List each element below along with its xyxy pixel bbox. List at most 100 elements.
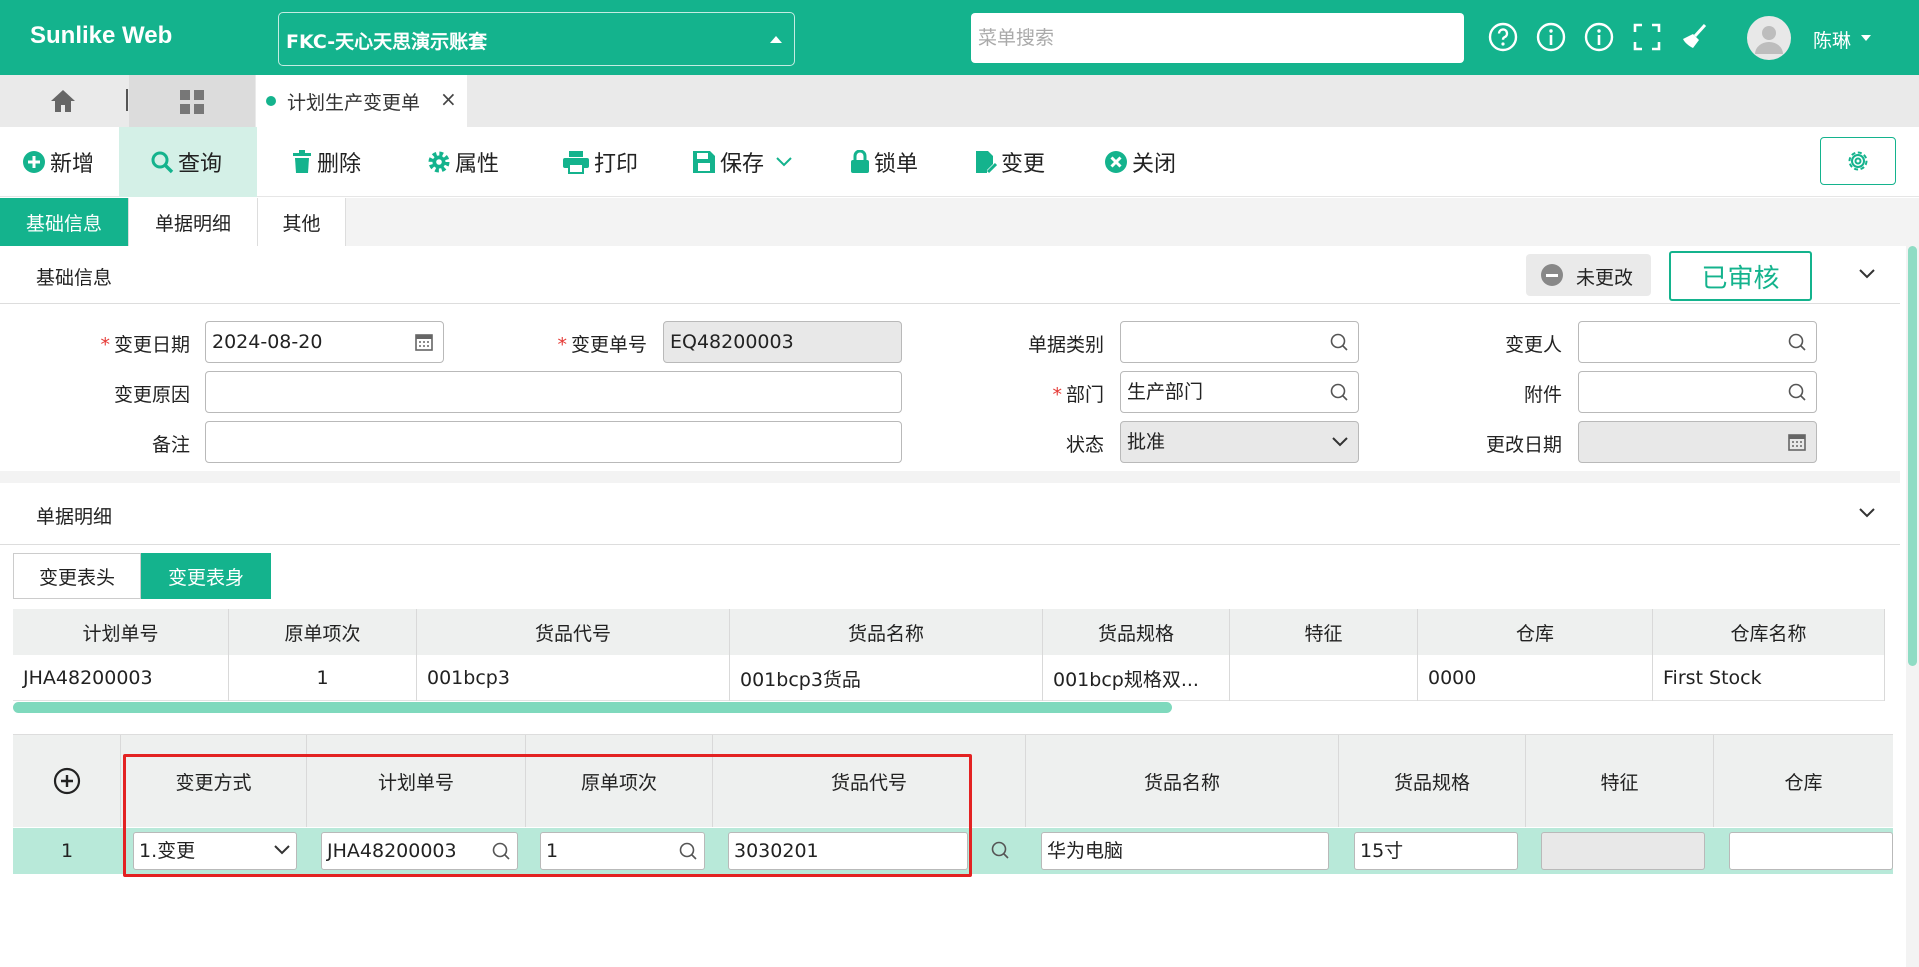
tab-menu-grid[interactable]	[129, 75, 255, 127]
close-label: 关闭	[1132, 152, 1177, 177]
change-button[interactable]: 变更	[975, 127, 1045, 197]
reason-label: 变更原因	[113, 384, 190, 406]
tab-change-header[interactable]: 变更表头	[13, 553, 141, 599]
query-button[interactable]: 查询	[119, 127, 257, 197]
goods-name-input[interactable]: 华为电脑	[1041, 832, 1329, 870]
grid-header-row: 变更方式 计划单号 原单项次 货品代号 货品名称 货品规格 特征 仓库	[13, 735, 1893, 827]
collapse-chevron-icon[interactable]	[1858, 507, 1876, 519]
remark-field[interactable]	[205, 421, 902, 463]
basic-info-header: 基础信息 未更改 已审核	[0, 246, 1900, 304]
col-orig-item[interactable]: 原单项次	[526, 735, 713, 827]
col-orig-item[interactable]: 原单项次	[229, 609, 417, 655]
change-mode-select[interactable]: 1.变更	[133, 832, 297, 870]
delete-label: 删除	[317, 152, 362, 177]
chevron-down-icon[interactable]	[776, 157, 792, 167]
col-warehouse-name[interactable]: 仓库名称	[1653, 609, 1885, 655]
chevron-down-icon[interactable]	[1861, 35, 1871, 41]
account-selector[interactable]: FKC-天心天思演示账套	[278, 12, 795, 66]
goods-code-input[interactable]: 3030201	[728, 832, 968, 870]
about-icon[interactable]	[1583, 21, 1615, 53]
orig-item-input[interactable]: 1	[540, 832, 705, 870]
detail-header: 单据明细	[0, 483, 1900, 545]
tab-change-body[interactable]: 变更表身	[141, 553, 271, 599]
scrollbar-thumb[interactable]	[1908, 246, 1917, 666]
approved-stamp: 已审核	[1669, 251, 1812, 301]
changer-field[interactable]	[1578, 321, 1817, 363]
properties-label: 属性	[455, 152, 500, 177]
col-goods-spec[interactable]: 货品规格	[1339, 735, 1526, 827]
col-goods-name[interactable]: 货品名称	[1026, 735, 1339, 827]
section-title: 单据明细	[36, 506, 113, 528]
col-goods-spec[interactable]: 货品规格	[1043, 609, 1230, 655]
toolbar: 新增 查询 删除 属性 打印 保存 锁单 变更 关闭	[0, 127, 1919, 197]
dept-field[interactable]: 生产部门	[1120, 371, 1359, 413]
print-button[interactable]: 打印	[562, 127, 638, 197]
col-warehouse[interactable]: 仓库	[1714, 735, 1893, 827]
search-icon[interactable]	[491, 841, 511, 861]
search-icon[interactable]	[1329, 332, 1349, 352]
fullscreen-icon[interactable]	[1631, 21, 1663, 53]
user-name[interactable]: 陈琳	[1813, 26, 1851, 53]
dept-label: * 部门	[1052, 384, 1104, 406]
col-goods-code[interactable]: 货品代号	[417, 609, 730, 655]
change-date-value: 2024-08-20	[212, 331, 323, 353]
plan-no-value: JHA48200003	[327, 840, 457, 862]
search-icon[interactable]	[1787, 332, 1807, 352]
attachment-field[interactable]	[1578, 371, 1817, 413]
change-date-field[interactable]: 2024-08-20	[205, 321, 444, 363]
search-icon[interactable]	[990, 840, 1010, 860]
status-select[interactable]: 批准	[1120, 421, 1359, 463]
plan-no-input[interactable]: JHA48200003	[321, 832, 518, 870]
search-icon[interactable]	[1329, 382, 1349, 402]
properties-button[interactable]: 属性	[427, 127, 499, 197]
help-icon[interactable]	[1487, 21, 1519, 53]
close-button[interactable]: 关闭	[1104, 127, 1176, 197]
collapse-chevron-icon[interactable]	[1858, 268, 1876, 280]
col-goods-code[interactable]: 货品代号	[713, 735, 1026, 827]
warehouse-input[interactable]	[1729, 832, 1893, 870]
col-feature[interactable]: 特征	[1526, 735, 1714, 827]
tab-doc-detail[interactable]: 单据明细	[129, 198, 258, 246]
changer-label: 变更人	[1504, 334, 1562, 356]
search-icon[interactable]	[678, 841, 698, 861]
tab-other[interactable]: 其他	[258, 198, 346, 246]
section-spacer	[0, 471, 1900, 483]
info-icon[interactable]	[1535, 21, 1567, 53]
lock-button[interactable]: 锁单	[850, 127, 918, 197]
new-button[interactable]: 新增	[22, 127, 94, 197]
modify-date-label: 更改日期	[1485, 434, 1562, 456]
col-plan-no[interactable]: 计划单号	[307, 735, 526, 827]
search-icon[interactable]	[1787, 382, 1807, 402]
col-goods-name[interactable]: 货品名称	[730, 609, 1043, 655]
goods-spec-input[interactable]: 15寸	[1354, 832, 1518, 870]
add-row-button[interactable]	[13, 735, 121, 827]
tab-basic-info[interactable]: 基础信息	[0, 198, 129, 246]
table-row[interactable]: JHA48200003 1 001bcp3 001bcp3货品 001bcp规格…	[13, 655, 1885, 701]
col-warehouse[interactable]: 仓库	[1418, 609, 1653, 655]
calendar-icon[interactable]	[414, 332, 434, 352]
menu-search-input[interactable]	[971, 13, 1464, 63]
vertical-scrollbar[interactable]	[1906, 246, 1919, 967]
horizontal-scrollbar[interactable]	[13, 702, 1172, 713]
col-change-mode[interactable]: 变更方式	[121, 735, 307, 827]
save-button[interactable]: 保存	[692, 127, 796, 197]
unchanged-badge: 未更改	[1526, 254, 1651, 296]
clear-cache-icon[interactable]	[1679, 21, 1711, 53]
reason-field[interactable]	[205, 371, 902, 413]
cell-plan-no: JHA48200003	[13, 655, 229, 701]
settings-button[interactable]	[1820, 137, 1896, 185]
col-feature[interactable]: 特征	[1230, 609, 1418, 655]
tab-plan-change-order[interactable]: 计划生产变更单 ×	[256, 75, 467, 127]
delete-button[interactable]: 删除	[291, 127, 361, 197]
close-tab-icon[interactable]: ×	[440, 87, 457, 111]
chevron-down-icon	[1332, 437, 1348, 447]
plus-circle-icon	[23, 151, 45, 173]
account-label: FKC-天心天思演示账套	[286, 31, 488, 53]
page-tab-bar: 计划生产变更单 ×	[0, 75, 1919, 127]
doc-type-field[interactable]	[1120, 321, 1359, 363]
feature-input	[1541, 832, 1705, 870]
tab-home[interactable]	[0, 75, 125, 127]
table-row[interactable]: 1 1.变更 JHA48200003 1 3030201 华为电脑 15寸	[13, 828, 1893, 874]
col-plan-no[interactable]: 计划单号	[13, 609, 229, 655]
avatar[interactable]	[1747, 16, 1791, 60]
